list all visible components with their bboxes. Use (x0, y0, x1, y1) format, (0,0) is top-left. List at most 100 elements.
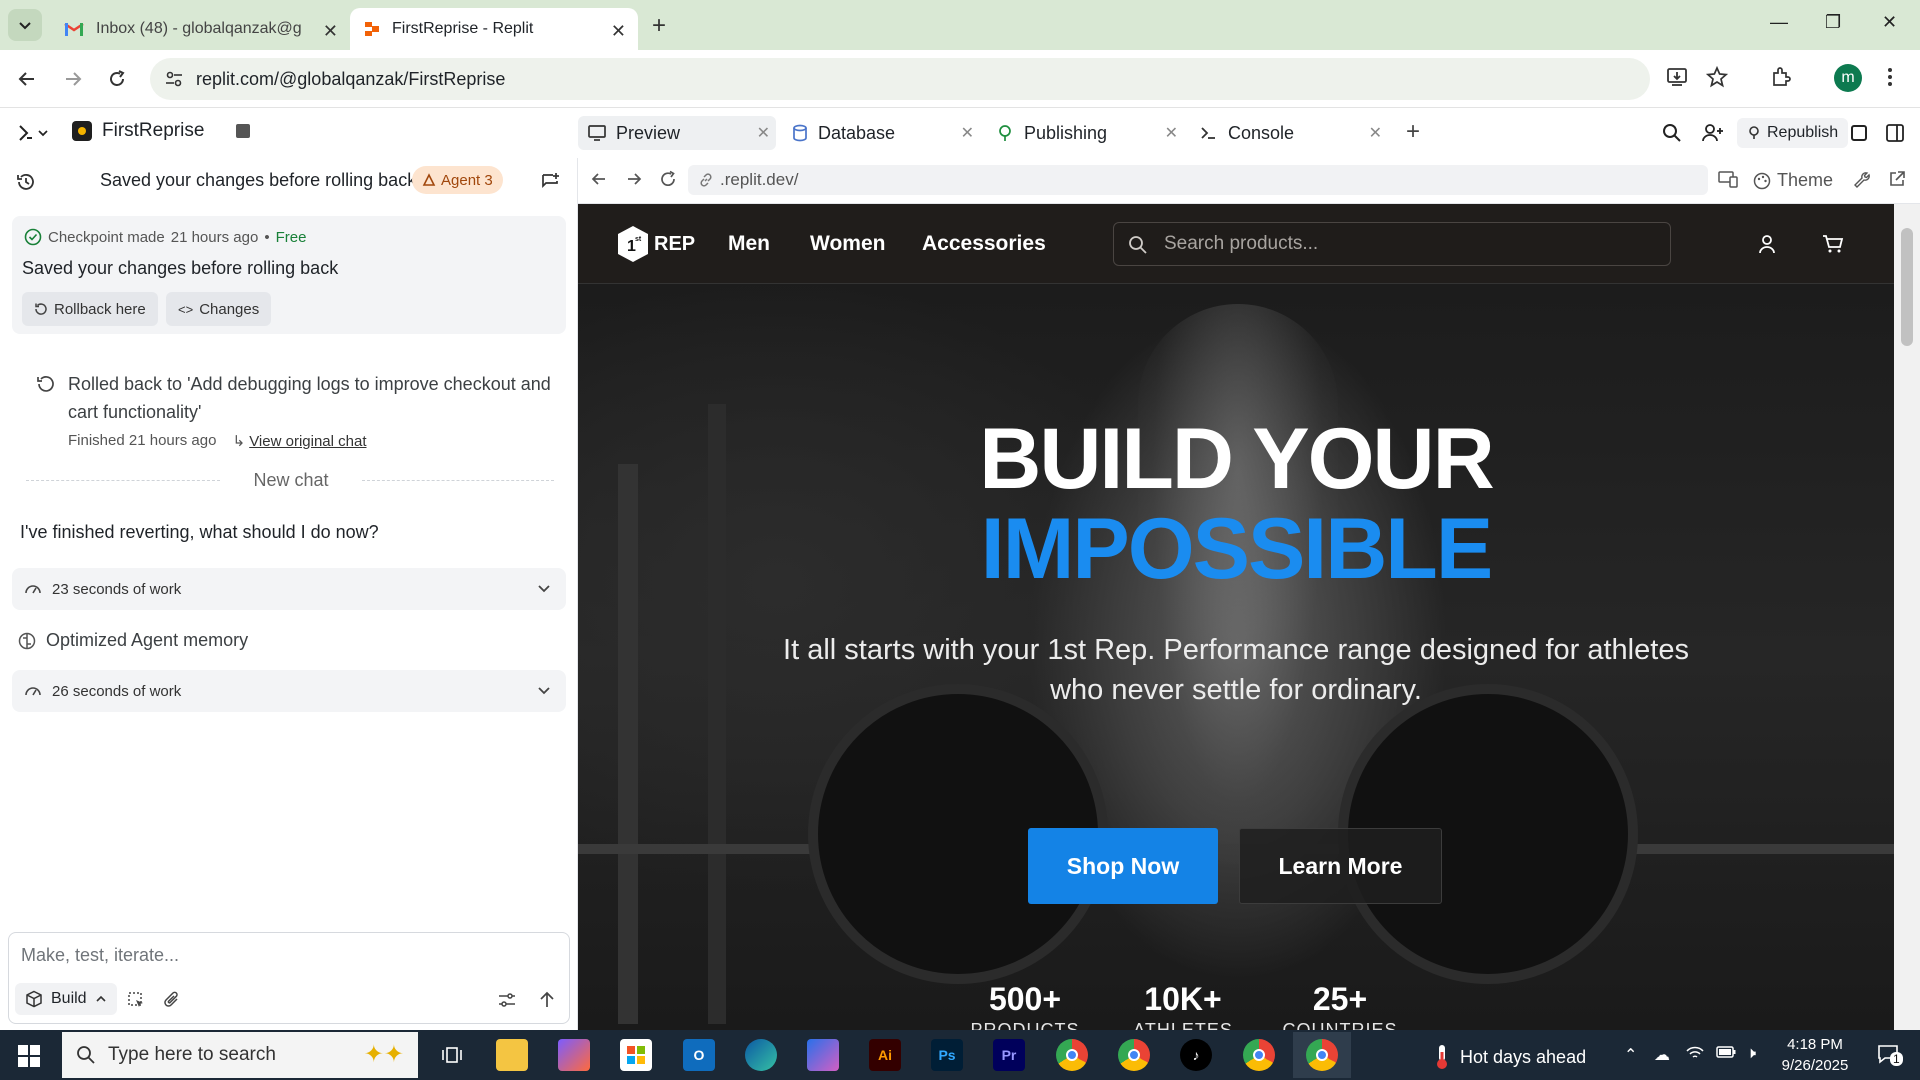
preview-reload-icon[interactable] (659, 170, 677, 188)
nav-link-women[interactable]: Women (810, 232, 885, 256)
scrollbar-thumb[interactable] (1901, 228, 1913, 346)
tab-publishing[interactable]: Publishing ✕ (986, 116, 1184, 150)
arrow-right-icon (66, 72, 82, 86)
chat-composer[interactable]: Make, test, iterate... Build (8, 932, 570, 1024)
close-tab-icon[interactable]: ✕ (611, 21, 626, 42)
outlook-icon[interactable]: O (683, 1039, 715, 1071)
windows-start-icon[interactable] (18, 1045, 40, 1067)
site-info-icon[interactable] (164, 69, 184, 89)
settings-sliders-icon[interactable] (497, 991, 517, 1009)
address-bar[interactable]: replit.com/@globalqanzak/FirstReprise (150, 58, 1650, 100)
wifi-icon[interactable] (1686, 1045, 1704, 1061)
tab-preview[interactable]: Preview ✕ (578, 116, 776, 150)
forward-button[interactable] (60, 66, 86, 92)
new-chat-icon[interactable] (540, 172, 560, 192)
changes-button[interactable]: <> Changes (166, 292, 272, 326)
agent-badge[interactable]: Agent 3 (412, 166, 503, 194)
browser-tab-gmail[interactable]: Inbox (48) - globalqanzak@gmail.com ✕ (50, 8, 350, 50)
account-icon[interactable] (1758, 234, 1776, 254)
weather-widget[interactable]: Hot days ahead (1434, 1044, 1586, 1070)
preview-back-icon[interactable] (590, 170, 608, 188)
learn-more-button[interactable]: Learn More (1239, 828, 1442, 904)
premiere-icon[interactable]: Pr (993, 1039, 1025, 1071)
volume-muted-icon[interactable]: 🕨 (1746, 1045, 1756, 1063)
microsoft-store-icon[interactable] (620, 1039, 652, 1071)
extensions-icon[interactable] (1770, 66, 1792, 88)
taskbar-search-input[interactable]: Type here to search ✦✦ (62, 1032, 418, 1078)
project-stop-icon[interactable] (236, 124, 251, 138)
republish-button[interactable]: Republish (1737, 118, 1849, 148)
tab-console[interactable]: Console ✕ (1190, 116, 1388, 150)
restore-button[interactable]: ❐ (1825, 12, 1841, 33)
sidebar-toggle-icon[interactable] (18, 124, 48, 142)
microsoft-365-icon[interactable] (807, 1039, 839, 1071)
attach-icon[interactable] (163, 991, 181, 1009)
browser-tab-replit[interactable]: FirstReprise - Replit ✕ (350, 8, 638, 50)
copilot-icon[interactable] (558, 1039, 590, 1071)
tab-search-button[interactable] (8, 9, 42, 41)
close-tab-icon[interactable]: ✕ (1165, 123, 1178, 143)
stat-athletes: 10K+ ATHLETES (1133, 981, 1233, 1030)
close-tab-icon[interactable]: ✕ (1369, 123, 1382, 143)
website-preview: 1st REP Men Women Accessories Search pro… (578, 204, 1894, 1030)
file-explorer-icon[interactable] (496, 1039, 528, 1071)
chrome-icon[interactable] (1056, 1039, 1088, 1071)
close-tab-icon[interactable]: ✕ (961, 123, 974, 143)
rollback-button[interactable]: Rollback here (22, 292, 158, 326)
chrome-profile-icon[interactable] (1243, 1039, 1275, 1071)
chrome-active-icon[interactable] (1306, 1039, 1338, 1071)
browser-menu-icon[interactable] (1886, 66, 1894, 88)
tiktok-icon[interactable]: ♪ (1180, 1039, 1212, 1071)
preview-forward-icon[interactable] (625, 170, 643, 188)
history-icon (35, 303, 47, 315)
reload-button[interactable] (104, 66, 130, 92)
shop-now-button[interactable]: Shop Now (1028, 828, 1218, 904)
work-summary-row[interactable]: 26 seconds of work (12, 670, 566, 712)
nav-link-accessories[interactable]: Accessories (922, 232, 1046, 256)
panel-toggle-icon[interactable] (1885, 123, 1905, 143)
wrench-icon[interactable] (1852, 170, 1870, 188)
chrome-profile-icon[interactable] (1118, 1039, 1150, 1071)
window-split-icon[interactable] (1851, 125, 1867, 141)
site-logo[interactable]: 1st REP (616, 224, 695, 264)
photoshop-icon[interactable]: Ps (931, 1039, 963, 1071)
republish-icon (1749, 126, 1759, 139)
view-original-chat-link[interactable]: ↳ View original chat (232, 432, 366, 450)
install-app-icon[interactable] (1666, 66, 1688, 88)
system-clock[interactable]: 4:18 PM 9/26/2025 (1765, 1034, 1865, 1076)
project-name[interactable]: FirstReprise (72, 120, 251, 142)
close-window-button[interactable]: ✕ (1882, 12, 1897, 33)
back-button[interactable] (14, 66, 40, 92)
bookmark-star-icon[interactable] (1706, 66, 1728, 88)
minimize-button[interactable]: — (1770, 12, 1788, 33)
new-tab-button[interactable]: + (652, 12, 666, 40)
onedrive-icon[interactable]: ☁ (1654, 1045, 1670, 1065)
profile-avatar[interactable]: m (1834, 64, 1862, 92)
build-mode-button[interactable]: Build (15, 983, 117, 1015)
illustrator-icon[interactable]: Ai (869, 1039, 901, 1071)
search-icon[interactable] (1662, 123, 1682, 143)
preview-scrollbar[interactable] (1894, 204, 1920, 1030)
devices-icon[interactable] (1718, 170, 1738, 188)
work-summary-row[interactable]: 23 seconds of work (12, 568, 566, 610)
close-tab-icon[interactable]: ✕ (323, 21, 338, 42)
open-new-window-icon[interactable] (1888, 170, 1906, 188)
tab-database[interactable]: Database ✕ (782, 116, 980, 150)
task-view-icon[interactable] (436, 1039, 468, 1071)
add-tab-button[interactable]: + (1406, 118, 1420, 146)
cart-icon[interactable] (1822, 234, 1844, 254)
product-search-input[interactable]: Search products... (1113, 222, 1671, 266)
nav-link-men[interactable]: Men (728, 232, 770, 256)
preview-url-input[interactable]: .replit.dev/ (688, 165, 1708, 195)
select-element-icon[interactable] (127, 991, 145, 1009)
history-icon[interactable] (16, 172, 36, 192)
battery-icon[interactable] (1716, 1045, 1736, 1059)
composer-input[interactable]: Make, test, iterate... (21, 945, 179, 966)
notification-center-icon[interactable]: 1 (1876, 1042, 1903, 1066)
close-tab-icon[interactable]: ✕ (757, 123, 770, 143)
invite-user-icon[interactable] (1702, 123, 1724, 143)
edge-icon[interactable] (745, 1039, 777, 1071)
chevron-up-icon[interactable]: ⌃ (1624, 1045, 1637, 1065)
send-arrow-icon[interactable] (539, 991, 555, 1009)
theme-button[interactable]: Theme (1753, 170, 1833, 191)
